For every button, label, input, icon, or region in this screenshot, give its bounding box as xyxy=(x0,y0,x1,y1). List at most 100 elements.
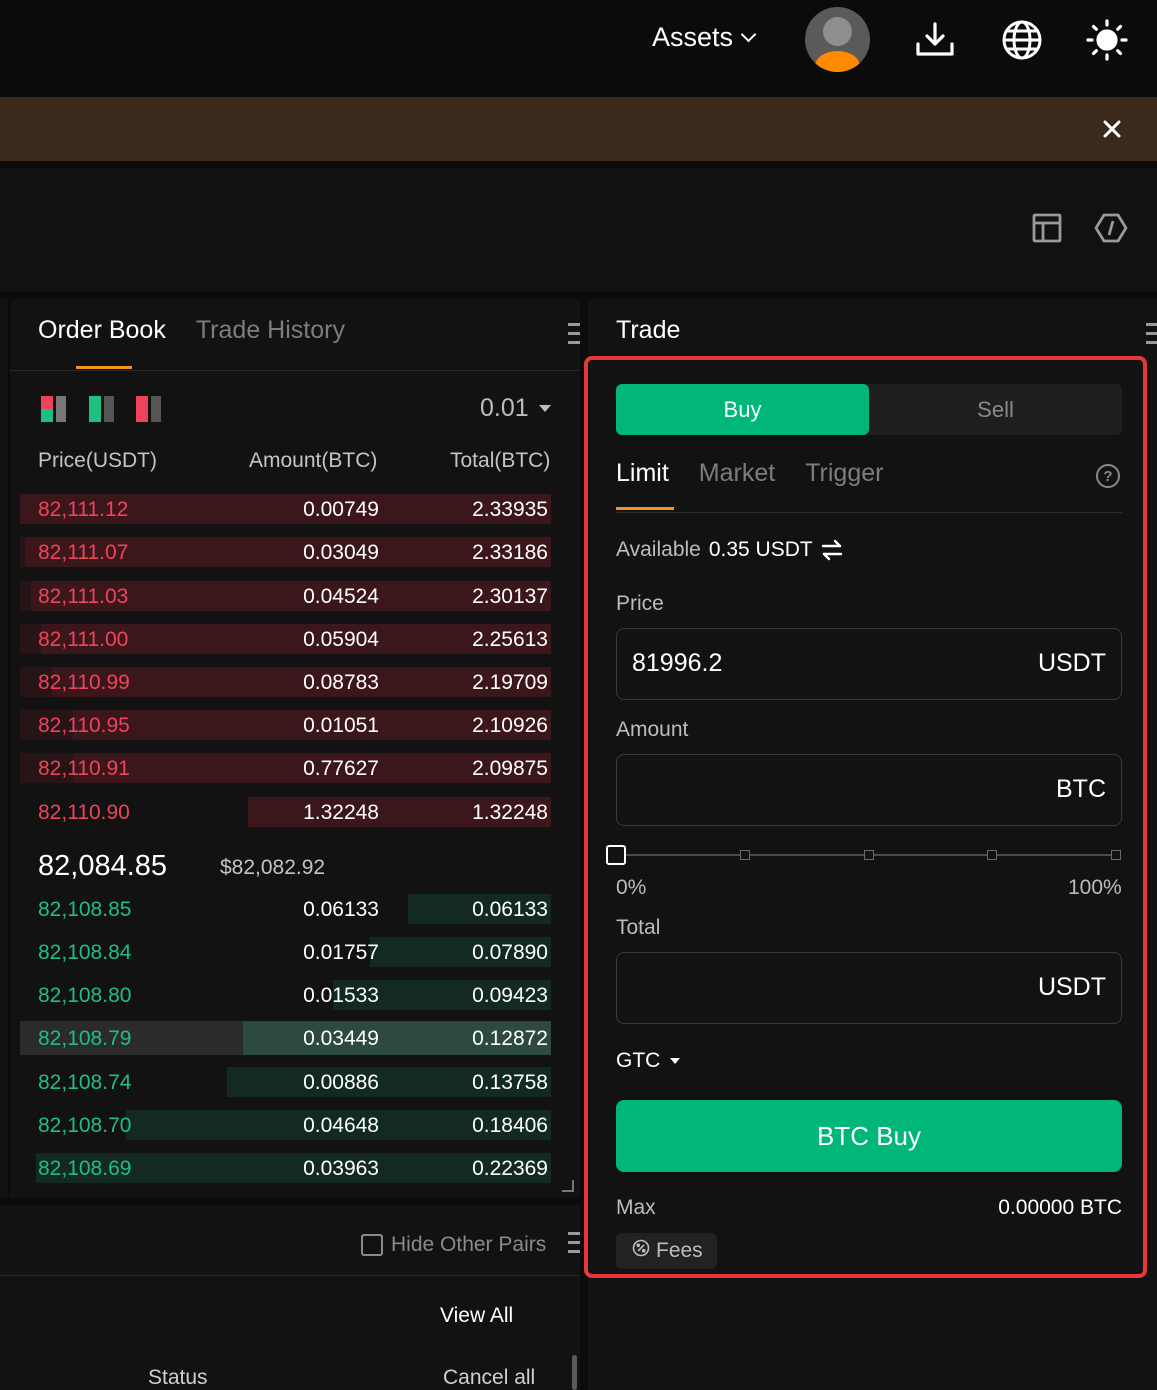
assets-label: Assets xyxy=(652,22,734,52)
bid-amount: 0.01533 xyxy=(303,984,379,1007)
globe-icon[interactable] xyxy=(1000,18,1044,62)
ask-amount: 0.04524 xyxy=(303,585,379,608)
price-step-select[interactable]: 0.01 xyxy=(480,394,551,423)
column-header-amount: Amount(BTC) xyxy=(249,449,378,472)
book-mode-bids-icon[interactable] xyxy=(89,396,117,422)
bid-row-hovered[interactable]: 82,108.79 0.03449 0.12872 xyxy=(20,1021,551,1055)
ask-price: 82,111.03 xyxy=(38,585,129,608)
ask-total: 2.33186 xyxy=(472,541,548,564)
bid-total: 0.22369 xyxy=(472,1157,548,1180)
bid-amount: 0.04648 xyxy=(303,1114,379,1137)
hide-other-pairs-checkbox[interactable]: Hide Other Pairs xyxy=(361,1233,546,1257)
caret-down-icon xyxy=(538,405,551,412)
bid-amount: 0.01757 xyxy=(303,941,379,964)
bid-row[interactable]: 82,108.74 0.00886 0.13758 xyxy=(20,1067,551,1097)
ask-amount: 0.08783 xyxy=(303,671,379,694)
api-code-icon[interactable] xyxy=(1093,210,1129,246)
bid-total: 0.07890 xyxy=(472,941,548,964)
bid-price: 82,108.79 xyxy=(38,1027,132,1050)
theme-toggle-sun-icon[interactable] xyxy=(1085,18,1129,62)
orders-drag-handle-icon[interactable] xyxy=(568,1232,580,1256)
bid-total: 0.13758 xyxy=(472,1071,548,1094)
layout-icon[interactable] xyxy=(1029,210,1065,246)
bid-row[interactable]: 82,108.85 0.06133 0.06133 xyxy=(20,894,551,924)
ask-price: 82,110.99 xyxy=(38,671,130,694)
ask-total: 2.10926 xyxy=(472,714,548,737)
ask-amount: 1.32248 xyxy=(303,801,379,824)
ask-amount: 0.00749 xyxy=(303,498,379,521)
bid-total: 0.12872 xyxy=(472,1027,548,1050)
book-mode-both-icon[interactable] xyxy=(41,396,69,422)
order-book-tabs: Order Book Trade History xyxy=(28,316,345,369)
ask-row[interactable]: 82,110.91 0.77627 2.09875 xyxy=(20,753,551,783)
tab-trade-history[interactable]: Trade History xyxy=(196,316,345,345)
column-header-status: Status xyxy=(148,1366,208,1389)
panel-resize-handle[interactable] xyxy=(562,1180,574,1192)
bid-total: 0.06133 xyxy=(472,898,548,921)
ask-price: 82,111.12 xyxy=(38,498,129,521)
ask-amount: 0.03049 xyxy=(303,541,379,564)
left-panel-edge xyxy=(0,298,8,1198)
bid-price: 82,108.85 xyxy=(38,898,132,921)
bid-row[interactable]: 82,108.84 0.01757 0.07890 xyxy=(20,937,551,967)
bid-amount: 0.00886 xyxy=(303,1071,379,1094)
last-price-usd: $82,082.92 xyxy=(220,856,326,879)
view-all-link[interactable]: View All xyxy=(440,1304,513,1328)
hide-other-pairs-label: Hide Other Pairs xyxy=(391,1233,547,1256)
tab-order-book[interactable]: Order Book xyxy=(38,316,166,369)
ask-price: 82,111.00 xyxy=(38,628,129,651)
ask-row[interactable]: 82,111.03 0.04524 2.30137 xyxy=(20,581,551,611)
bid-total: 0.18406 xyxy=(472,1114,548,1137)
ask-row[interactable]: 82,110.95 0.01051 2.10926 xyxy=(20,710,551,740)
bid-row[interactable]: 82,108.69 0.03963 0.22369 xyxy=(20,1153,551,1183)
orders-divider xyxy=(0,1275,580,1276)
ask-row[interactable]: 82,111.00 0.05904 2.25613 xyxy=(20,624,551,654)
ask-row[interactable]: 82,111.07 0.03049 2.33186 xyxy=(20,537,551,567)
ask-total: 2.19709 xyxy=(472,671,548,694)
announcement-banner xyxy=(0,97,1157,161)
trade-panel-title: Trade xyxy=(616,316,681,344)
ask-row[interactable]: 82,110.90 1.32248 1.32248 xyxy=(20,797,551,827)
order-book-drag-handle-icon[interactable] xyxy=(568,323,580,347)
ask-price: 82,110.95 xyxy=(38,714,130,737)
bid-amount: 0.03449 xyxy=(303,1027,379,1050)
bid-total: 0.09423 xyxy=(472,984,548,1007)
column-header-price: Price(USDT) xyxy=(38,449,157,472)
bid-price: 82,108.80 xyxy=(38,984,132,1007)
ask-amount: 0.77627 xyxy=(303,757,379,780)
column-header-total: Total(BTC) xyxy=(450,449,551,472)
chart-toolbar xyxy=(0,168,1157,292)
bid-price: 82,108.74 xyxy=(38,1071,132,1094)
assets-menu[interactable]: Assets xyxy=(652,22,757,53)
close-icon[interactable] xyxy=(1097,114,1127,144)
cancel-all-button[interactable]: Cancel all xyxy=(443,1366,535,1390)
ask-row[interactable]: 82,110.99 0.08783 2.19709 xyxy=(20,667,551,697)
last-price: 82,084.85 xyxy=(38,850,168,882)
ask-row[interactable]: 82,111.12 0.00749 2.33935 xyxy=(20,494,551,524)
ask-total: 2.25613 xyxy=(472,628,548,651)
trade-form-highlight xyxy=(584,356,1147,1278)
top-navigation-bar xyxy=(0,0,1157,90)
orders-scrollbar[interactable] xyxy=(572,1355,577,1390)
price-step-value: 0.01 xyxy=(480,394,529,422)
ask-total: 1.32248 xyxy=(472,801,548,824)
bid-price: 82,108.84 xyxy=(38,941,132,964)
ask-price: 82,110.90 xyxy=(38,801,130,824)
trade-drag-handle-icon[interactable] xyxy=(1146,323,1157,347)
ask-price: 82,110.91 xyxy=(38,757,130,780)
avatar-body xyxy=(815,51,860,72)
checkbox-box xyxy=(361,1234,383,1256)
ask-amount: 0.05904 xyxy=(303,628,379,651)
ask-total: 2.09875 xyxy=(472,757,548,780)
ask-total: 2.33935 xyxy=(472,498,548,521)
order-book-divider xyxy=(10,370,580,371)
bid-row[interactable]: 82,108.70 0.04648 0.18406 xyxy=(20,1110,551,1140)
bid-amount: 0.03963 xyxy=(303,1157,379,1180)
ask-total: 2.30137 xyxy=(472,585,548,608)
download-icon[interactable] xyxy=(913,18,957,62)
avatar[interactable] xyxy=(805,7,870,72)
book-mode-asks-icon[interactable] xyxy=(136,396,164,422)
bid-price: 82,108.70 xyxy=(38,1114,132,1137)
bid-price: 82,108.69 xyxy=(38,1157,132,1180)
bid-row[interactable]: 82,108.80 0.01533 0.09423 xyxy=(20,980,551,1010)
